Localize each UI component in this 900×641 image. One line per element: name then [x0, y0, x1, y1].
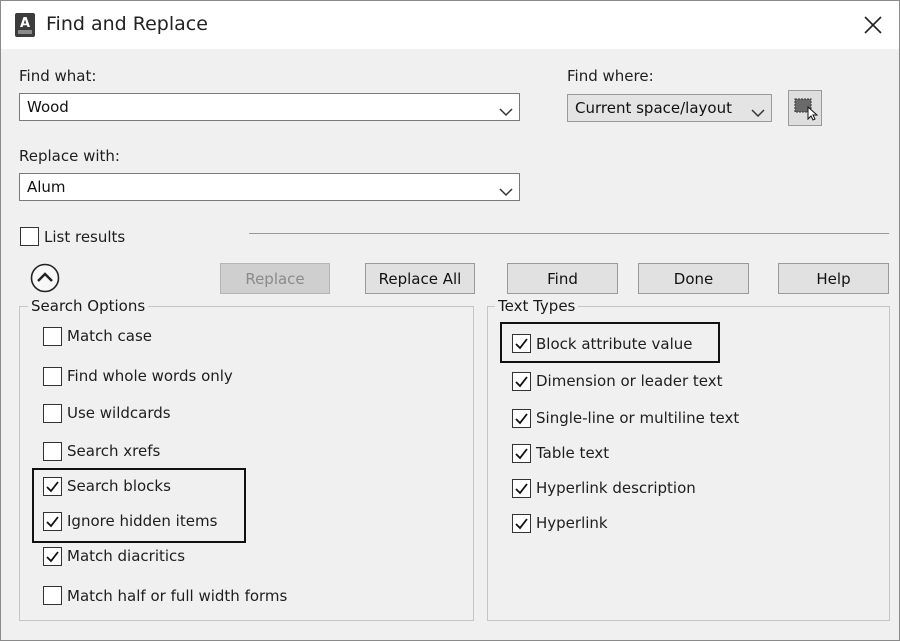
- close-icon[interactable]: [860, 12, 886, 38]
- single-multiline-label: Single-line or multiline text: [536, 409, 740, 427]
- checkmark-icon: [515, 448, 528, 460]
- find-what-combo[interactable]: Wood: [19, 93, 520, 121]
- search-xrefs-label: Search xrefs: [67, 442, 161, 460]
- table-text-label: Table text: [536, 444, 610, 462]
- list-results-label: List results: [44, 228, 126, 246]
- block-attribute-label: Block attribute value: [536, 335, 693, 353]
- replace-with-label: Replace with:: [19, 147, 120, 165]
- find-replace-dialog: A Find and Replace Find what: Wood Find …: [0, 0, 900, 641]
- wildcards-checkbox[interactable]: [43, 404, 62, 423]
- checkmark-icon: [46, 481, 59, 493]
- hyperlink-description-label: Hyperlink description: [536, 479, 696, 497]
- hyperlink-checkbox[interactable]: [512, 514, 531, 533]
- collapse-options-icon[interactable]: [30, 263, 60, 293]
- search-options-group: [19, 306, 474, 621]
- dimension-leader-checkbox[interactable]: [512, 372, 531, 391]
- find-where-value: Current space/layout: [575, 99, 732, 117]
- match-case-label: Match case: [67, 327, 153, 345]
- checkmark-icon: [515, 518, 528, 530]
- ignore-hidden-label: Ignore hidden items: [67, 512, 218, 530]
- replace-all-button[interactable]: Replace All: [365, 263, 475, 294]
- search-blocks-label: Search blocks: [67, 477, 171, 495]
- checkmark-icon: [515, 376, 528, 388]
- ignore-hidden-checkbox[interactable]: [43, 512, 62, 531]
- find-where-label: Find where:: [567, 67, 654, 85]
- half-full-width-checkbox[interactable]: [43, 586, 62, 605]
- help-button[interactable]: Help: [778, 263, 889, 294]
- replace-with-combo[interactable]: Alum: [19, 173, 520, 201]
- select-objects-icon: [794, 97, 819, 125]
- block-attribute-checkbox[interactable]: [512, 334, 531, 353]
- find-where-select[interactable]: Current space/layout: [567, 94, 772, 122]
- find-button[interactable]: Find: [507, 263, 618, 294]
- chevron-down-icon: [751, 103, 765, 118]
- chevron-down-icon: [499, 102, 513, 117]
- text-types-title: Text Types: [495, 297, 579, 315]
- search-options-title: Search Options: [28, 297, 149, 315]
- chevron-down-icon: [499, 182, 513, 197]
- find-what-value: Wood: [27, 98, 69, 116]
- find-what-label: Find what:: [19, 67, 97, 85]
- search-blocks-checkbox[interactable]: [43, 477, 62, 496]
- match-case-checkbox[interactable]: [43, 327, 62, 346]
- replace-with-value: Alum: [27, 178, 66, 196]
- window-title: Find and Replace: [46, 13, 208, 35]
- title-bar: A Find and Replace: [1, 1, 899, 49]
- hyperlink-description-checkbox[interactable]: [512, 479, 531, 498]
- checkmark-icon: [515, 413, 528, 425]
- wildcards-label: Use wildcards: [67, 404, 171, 422]
- dimension-leader-label: Dimension or leader text: [536, 372, 723, 390]
- hyperlink-label: Hyperlink: [536, 514, 608, 532]
- checkmark-icon: [515, 483, 528, 495]
- divider: [249, 233, 889, 234]
- match-diacritics-checkbox[interactable]: [43, 547, 62, 566]
- done-button[interactable]: Done: [638, 263, 749, 294]
- whole-words-checkbox[interactable]: [43, 367, 62, 386]
- list-results-checkbox[interactable]: [20, 227, 39, 246]
- single-multiline-checkbox[interactable]: [512, 409, 531, 428]
- half-full-width-label: Match half or full width forms: [67, 587, 288, 605]
- checkmark-icon: [515, 338, 528, 350]
- table-text-checkbox[interactable]: [512, 444, 531, 463]
- autocad-icon: A: [14, 12, 36, 38]
- checkmark-icon: [46, 551, 59, 563]
- svg-text:A: A: [20, 16, 30, 31]
- checkmark-icon: [46, 516, 59, 528]
- search-xrefs-checkbox[interactable]: [43, 442, 62, 461]
- replace-button[interactable]: Replace: [220, 263, 330, 294]
- select-objects-button[interactable]: [788, 90, 822, 126]
- whole-words-label: Find whole words only: [67, 367, 233, 385]
- match-diacritics-label: Match diacritics: [67, 547, 186, 565]
